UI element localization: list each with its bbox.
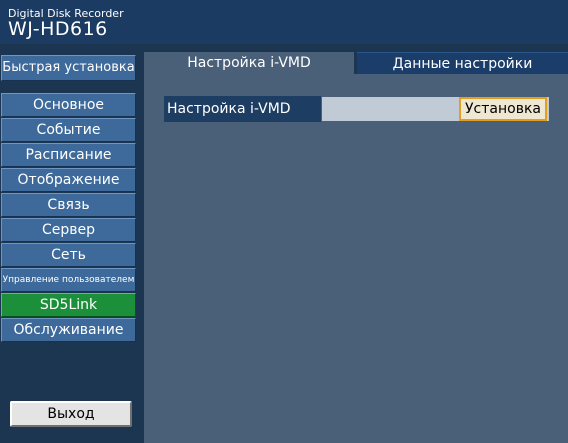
sidebar-item-schedule[interactable]: Расписание xyxy=(1,143,136,167)
tab-ivmd-setup[interactable]: Настройка i-VMD xyxy=(144,52,354,74)
sidebar-item-event[interactable]: Событие xyxy=(1,118,136,142)
model-name: WJ-HD616 xyxy=(8,18,108,40)
tab-bar: Настройка i-VMD Данные настройки xyxy=(144,44,568,74)
sidebar-item-network[interactable]: Сеть xyxy=(1,243,136,267)
sidebar-item-communication[interactable]: Связь xyxy=(1,193,136,217)
sidebar-item-server[interactable]: Сервер xyxy=(1,218,136,242)
sidebar-item-maintenance[interactable]: Обслуживание xyxy=(1,318,136,342)
header-bar: Digital Disk Recorder WJ-HD616 xyxy=(0,0,568,44)
sidebar-item-sd5link[interactable]: SD5Link xyxy=(1,293,136,317)
quick-setup-button[interactable]: Быстрая установка xyxy=(1,55,136,81)
tab-setup-data[interactable]: Данные настройки xyxy=(357,52,568,74)
exit-button[interactable]: Выход xyxy=(10,401,132,427)
setting-label-ivmd: Настройка i-VMD xyxy=(164,96,321,122)
sidebar-item-basic[interactable]: Основное xyxy=(1,93,136,117)
setting-row-ivmd: Настройка i-VMD Установка xyxy=(164,96,549,122)
sidebar-item-user-management[interactable]: Управление пользователем xyxy=(1,268,136,292)
sidebar-item-display[interactable]: Отображение xyxy=(1,168,136,192)
main-panel: Настройка i-VMD Данные настройки Настрой… xyxy=(144,44,568,443)
sidebar: Быстрая установка Основное Событие Распи… xyxy=(0,44,140,443)
setup-button[interactable]: Установка xyxy=(459,97,547,121)
